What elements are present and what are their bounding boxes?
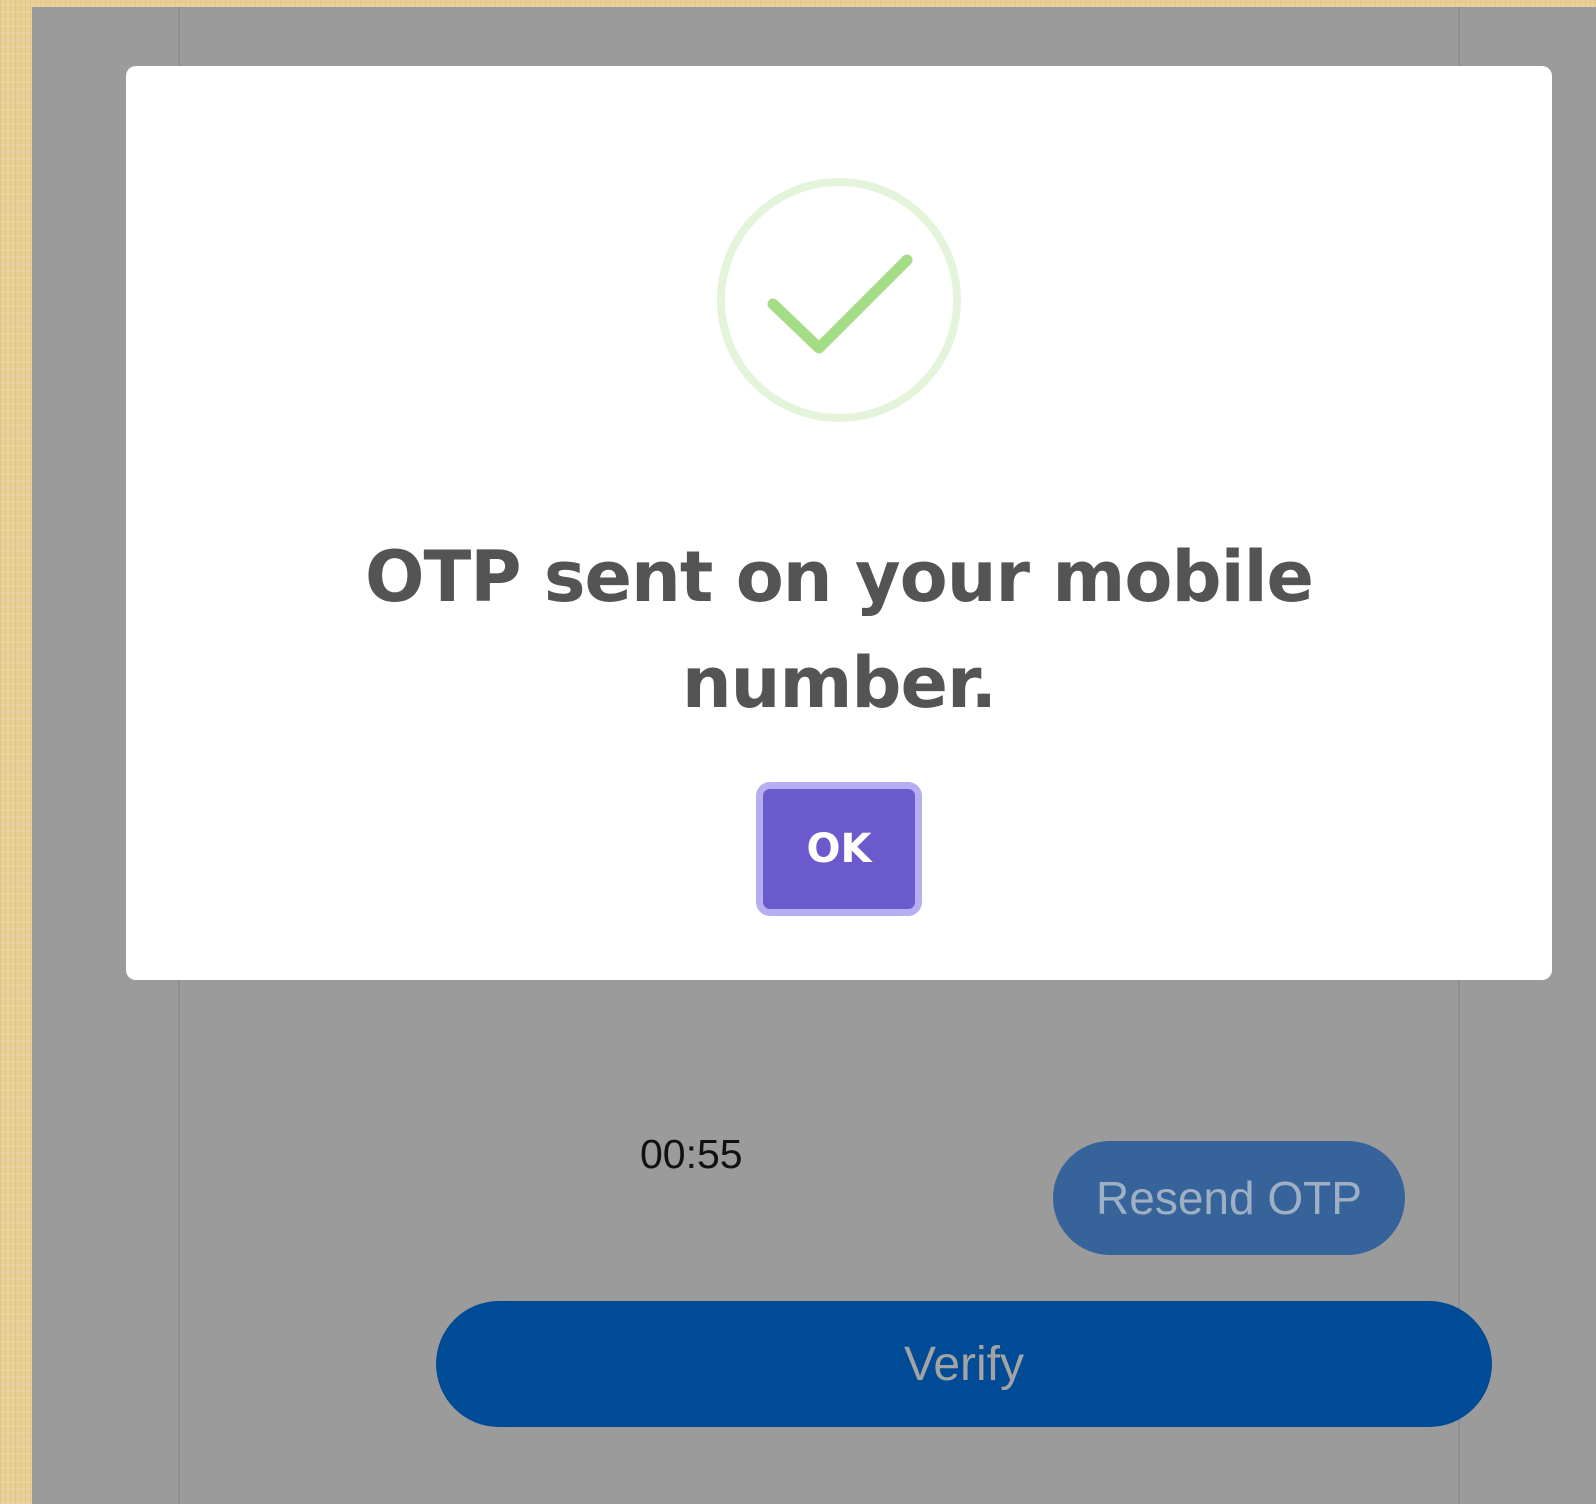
resend-otp-button[interactable]: Resend OTP (1053, 1141, 1405, 1255)
ok-button[interactable]: OK (756, 782, 922, 916)
success-check-icon (717, 178, 961, 422)
verify-button[interactable]: Verify (436, 1301, 1492, 1427)
otp-sent-dialog: OTP sent on your mobile number. OK (126, 66, 1552, 980)
dialog-title: OTP sent on your mobile number. (364, 536, 1314, 724)
otp-countdown-timer: 00:55 (640, 1131, 743, 1177)
